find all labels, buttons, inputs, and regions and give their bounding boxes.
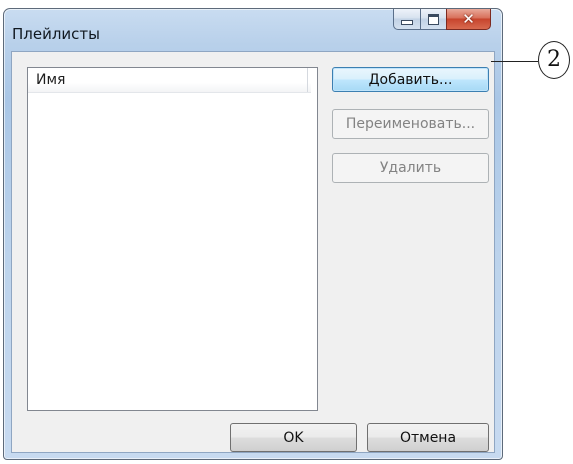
minimize-icon (401, 20, 413, 25)
caption-buttons: ✕ (393, 9, 491, 31)
ok-button[interactable]: OK (230, 423, 357, 452)
minimize-button[interactable] (393, 9, 420, 30)
callout-leader-line (491, 61, 538, 62)
callout-marker: 2 (538, 41, 570, 79)
column-header-name[interactable]: Имя (28, 68, 308, 92)
dialog-client-area: Имя Добавить... Переименовать... Удалить… (11, 51, 495, 453)
list-header: Имя (28, 68, 311, 93)
cancel-button[interactable]: Отмена (367, 423, 489, 452)
rename-button[interactable]: Переименовать... (332, 109, 489, 139)
delete-button[interactable]: Удалить (332, 153, 489, 183)
close-button[interactable]: ✕ (446, 9, 491, 30)
playlists-window: Плейлисты ✕ Имя Добавить... Переименоват… (3, 8, 503, 460)
maximize-icon (428, 13, 439, 25)
add-button[interactable]: Добавить... (332, 67, 489, 92)
close-icon: ✕ (462, 9, 475, 28)
playlist-list[interactable]: Имя (27, 67, 318, 411)
window-title: Плейлисты (12, 25, 101, 43)
maximize-button[interactable] (420, 9, 446, 30)
